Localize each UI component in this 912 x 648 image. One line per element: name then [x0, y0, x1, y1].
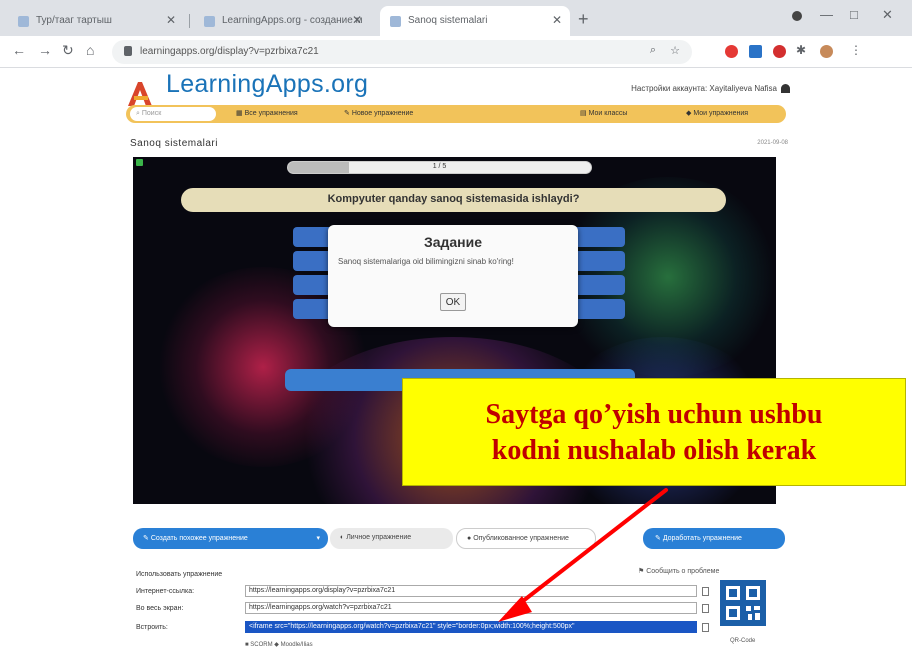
- annotation-arrow: [498, 488, 668, 622]
